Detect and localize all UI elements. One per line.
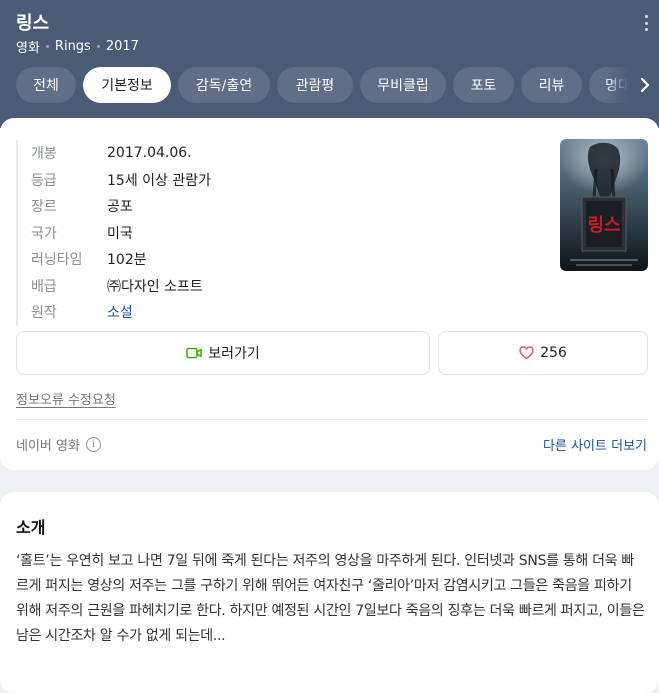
- info-key: 등급: [31, 172, 57, 189]
- tab-basic-info[interactable]: 기본정보: [83, 67, 171, 103]
- info-row-release: 개봉 2017.04.06.: [31, 140, 436, 167]
- synopsis-card: 소개 ‘홀트’는 우연히 보고 나면 7일 뒤에 죽게 된다는 저주의 영상을 …: [0, 492, 659, 693]
- more-sites-link[interactable]: 다른 사이트 더보기: [543, 435, 647, 454]
- info-key: 국가: [31, 225, 57, 242]
- tab-reviews[interactable]: 리뷰: [521, 67, 582, 103]
- video-camera-icon: [186, 347, 202, 359]
- info-row-runtime: 러닝타임 102분: [31, 246, 436, 273]
- info-row-country: 국가 미국: [31, 220, 436, 247]
- tab-bar: 전체 기본정보 감독/출연 관람평 무비클립 포토 리뷰 명대사: [0, 67, 659, 103]
- watch-label: 보러가기: [208, 346, 260, 362]
- chevron-right-icon[interactable]: [636, 76, 654, 94]
- tab-cast[interactable]: 감독/출연: [178, 67, 270, 103]
- meta-type: 영화: [16, 41, 40, 56]
- info-key: 장르: [31, 199, 57, 216]
- poster-image: 링스: [560, 139, 648, 271]
- divider: [16, 419, 648, 420]
- subtitle: 영화 Rings 2017: [16, 37, 139, 56]
- movie-poster[interactable]: 링스: [560, 139, 648, 271]
- tab-movie-clips[interactable]: 무비클립: [360, 67, 446, 103]
- info-key: 배급: [31, 278, 57, 295]
- info-key: 러닝타임: [31, 252, 83, 269]
- poster-title-text: 링스: [587, 215, 620, 236]
- heart-icon: [519, 346, 534, 360]
- info-value: 미국: [107, 225, 133, 242]
- original-work-link[interactable]: 소설: [107, 302, 133, 322]
- info-row-genre: 장르 공포: [31, 193, 436, 220]
- error-report-link[interactable]: 정보오류 수정요청: [16, 389, 116, 408]
- separator-dot: [96, 45, 100, 48]
- info-value: 15세 이상 관람가: [107, 172, 211, 189]
- meta-year: 2017: [105, 39, 139, 54]
- header: 링스 영화 Rings 2017 전체 기본정보 감독/출연 관람평 무비클립 …: [0, 0, 659, 128]
- info-row-rating: 등급 15세 이상 관람가: [31, 167, 436, 194]
- synopsis-text: ‘홀트’는 우연히 보고 나면 7일 뒤에 죽게 된다는 저주의 영상을 마주하…: [16, 553, 645, 644]
- meta-english-title: Rings: [54, 39, 91, 54]
- tab-all[interactable]: 전체: [16, 67, 76, 103]
- info-key: 원작: [31, 305, 57, 322]
- info-row-original: 원작 소설: [31, 299, 436, 326]
- info-key: 개봉: [31, 146, 57, 163]
- info-row-distributor: 배급 ㈜다자인 소프트: [31, 273, 436, 300]
- info-list: 개봉 2017.04.06. 등급 15세 이상 관람가 장르 공포 국가 미국…: [16, 140, 436, 326]
- page-title: 링스: [16, 13, 50, 34]
- info-value: ㈜다자인 소프트: [107, 278, 203, 295]
- info-value: 공포: [107, 199, 133, 216]
- more-options-icon[interactable]: [640, 13, 652, 33]
- like-button[interactable]: 256: [438, 331, 648, 375]
- like-count: 256: [540, 345, 567, 361]
- info-value: 102분: [107, 252, 147, 269]
- tab-photos[interactable]: 포토: [453, 67, 514, 103]
- tab-ratings[interactable]: 관람평: [277, 67, 353, 103]
- source-name: 네이버 영화: [16, 439, 80, 454]
- watch-button[interactable]: 보러가기: [16, 331, 430, 375]
- synopsis-title: 소개: [16, 518, 46, 537]
- separator-dot: [45, 45, 49, 48]
- info-icon[interactable]: i: [85, 437, 101, 452]
- source-label: 네이버 영화 i: [16, 435, 101, 454]
- info-value: 2017.04.06.: [107, 145, 192, 162]
- basic-info-card: 개봉 2017.04.06. 등급 15세 이상 관람가 장르 공포 국가 미국…: [0, 118, 659, 470]
